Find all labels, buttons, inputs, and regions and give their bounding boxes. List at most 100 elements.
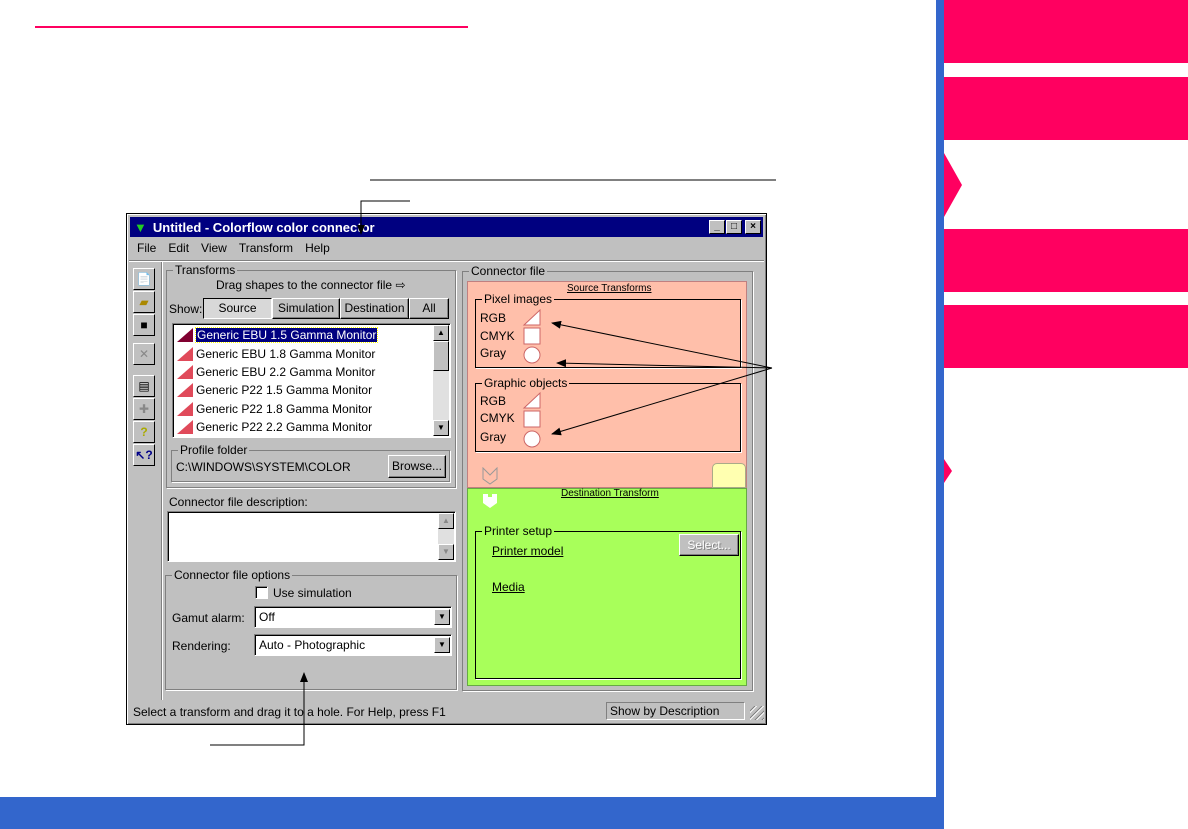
rgb-triangle-icon: [177, 420, 193, 435]
help-icon[interactable]: ?: [133, 421, 155, 443]
list-item[interactable]: Generic EBU 1.5 Gamma Monitor: [173, 326, 450, 344]
nav-tab-3[interactable]: [944, 229, 1188, 292]
list-item[interactable]: Generic EBU 2.2 Gamma Monitor: [173, 363, 450, 381]
menu-edit[interactable]: Edit: [168, 241, 189, 255]
slot-holes: [522, 308, 541, 448]
scroll-down-button[interactable]: ▼: [433, 420, 449, 436]
gray-slot-icon: [523, 430, 541, 448]
menu-bar: File Edit View Transform Help: [131, 238, 336, 258]
app-icon: ▼: [134, 219, 147, 235]
menu-transform[interactable]: Transform: [239, 241, 293, 255]
rgb-triangle-icon: [177, 401, 193, 416]
profile-legend: Profile folder: [178, 443, 250, 457]
red-rule: [35, 26, 468, 28]
rendering-dropdown-button[interactable]: ▼: [434, 637, 450, 653]
arrow-right-icon: ⇨: [395, 278, 406, 292]
minimize-button[interactable]: _: [709, 220, 725, 234]
list-item[interactable]: Generic P22 1.8 Gamma Monitor: [173, 400, 450, 418]
printer-setup-legend: Printer setup: [482, 524, 555, 538]
desc-scroll-up[interactable]: ▲: [438, 513, 454, 529]
status-panel-right: Show by Description: [606, 702, 745, 720]
rgb-triangle-icon: [177, 346, 193, 361]
transforms-list[interactable]: Generic EBU 1.5 Gamma Monitor Generic EB…: [172, 323, 451, 438]
rgb-triangle-icon: [177, 364, 193, 379]
drag-hint: Drag shapes to the connector file ⇨: [216, 278, 406, 292]
context-help-icon[interactable]: ↖?: [133, 444, 155, 466]
show-label: Show:: [169, 302, 203, 316]
connector-plug-icon[interactable]: [712, 463, 746, 488]
select-button[interactable]: Select...: [679, 534, 739, 556]
cmyk-slot-icon: [523, 410, 541, 428]
pixel-rgb-label: RGB: [480, 311, 507, 325]
toolbar-divider: [161, 262, 163, 700]
title-bar: ▼ Untitled - Colorflow color connector _…: [130, 217, 763, 237]
tab-simulation[interactable]: Simulation: [272, 298, 340, 319]
desc-scroll-down[interactable]: ▼: [438, 544, 454, 560]
nav-tab-1[interactable]: [944, 0, 1188, 63]
save-icon[interactable]: ■: [133, 314, 155, 336]
pixel-images-legend: Pixel images: [482, 292, 555, 306]
current-page-chevron-icon: [944, 153, 962, 217]
resize-grip-icon[interactable]: [750, 706, 764, 720]
list-item[interactable]: Generic P22 2.2 Gamma Monitor: [173, 418, 450, 436]
description-textarea[interactable]: [167, 511, 456, 562]
list-item[interactable]: Generic P22 1.5 Gamma Monitor: [173, 381, 450, 399]
list-item[interactable]: Generic EBU 1.8 Gamma Monitor: [173, 344, 450, 362]
gamut-alarm-select[interactable]: Off: [254, 606, 452, 628]
menu-help[interactable]: Help: [305, 241, 330, 255]
nav-tab-4[interactable]: [944, 305, 1188, 368]
description-label: Connector file description:: [169, 495, 308, 509]
pixel-cmyk-label: CMYK: [480, 329, 515, 343]
nav-tab-2[interactable]: [944, 77, 1188, 140]
destination-connector-icon: [483, 494, 497, 508]
tab-all[interactable]: All: [409, 298, 449, 319]
source-connector-icon: [482, 467, 498, 485]
options-legend: Connector file options: [172, 568, 293, 582]
open-icon[interactable]: ▰: [133, 291, 155, 313]
pixel-images-group: Pixel images: [475, 292, 741, 368]
menu-divider: [129, 260, 764, 262]
graphic-rgb-label: RGB: [480, 394, 507, 408]
gray-slot-icon: [523, 346, 541, 364]
status-text: Select a transform and drag it to a hole…: [133, 705, 446, 719]
side-blue-bar: [936, 0, 944, 829]
pixel-gray-label: Gray: [480, 346, 507, 360]
profile-path: C:\WINDOWS\SYSTEM\COLOR: [176, 460, 351, 474]
rgb-slot-icon: [522, 391, 541, 409]
gamut-dropdown-button[interactable]: ▼: [434, 609, 450, 625]
scroll-up-button[interactable]: ▲: [433, 325, 449, 341]
graphic-objects-group: Graphic objects: [475, 376, 741, 452]
gamut-alarm-label: Gamut alarm:: [172, 611, 245, 625]
bottom-blue-bar: [0, 797, 944, 829]
scroll-thumb[interactable]: [433, 341, 449, 371]
window-title: Untitled - Colorflow color connector: [152, 219, 375, 235]
source-transforms-title: Source Transforms: [567, 283, 652, 294]
destination-transform-title: Destination Transform: [561, 488, 659, 499]
delete-icon[interactable]: ✕: [133, 343, 155, 365]
connector-legend: Connector file: [469, 264, 548, 278]
printer-model-link[interactable]: Printer model: [492, 544, 563, 558]
graphic-cmyk-label: CMYK: [480, 411, 515, 425]
transforms-legend: Transforms: [173, 263, 238, 277]
rendering-select[interactable]: Auto - Photographic: [254, 634, 452, 656]
properties-icon[interactable]: ▤: [133, 375, 155, 397]
use-simulation-checkbox[interactable]: [255, 586, 268, 599]
tab-destination[interactable]: Destination: [340, 298, 409, 319]
rgb-slot-icon: [522, 308, 541, 326]
rgb-triangle-icon: [177, 328, 193, 343]
rgb-triangle-icon: [177, 383, 193, 398]
use-simulation-label[interactable]: Use simulation: [273, 586, 352, 600]
menu-file[interactable]: File: [137, 241, 156, 255]
graphic-gray-label: Gray: [480, 430, 507, 444]
media-link[interactable]: Media: [492, 580, 525, 594]
transform-icon[interactable]: ✚: [133, 398, 155, 420]
close-button[interactable]: ×: [745, 220, 761, 234]
sub-chevron-icon: [944, 459, 952, 483]
menu-view[interactable]: View: [201, 241, 227, 255]
tab-source[interactable]: Source: [203, 298, 272, 319]
rendering-label: Rendering:: [172, 639, 231, 653]
new-icon[interactable]: 📄: [133, 268, 155, 290]
cmyk-slot-icon: [523, 327, 541, 345]
browse-button[interactable]: Browse...: [388, 455, 446, 478]
maximize-button[interactable]: □: [726, 220, 742, 234]
